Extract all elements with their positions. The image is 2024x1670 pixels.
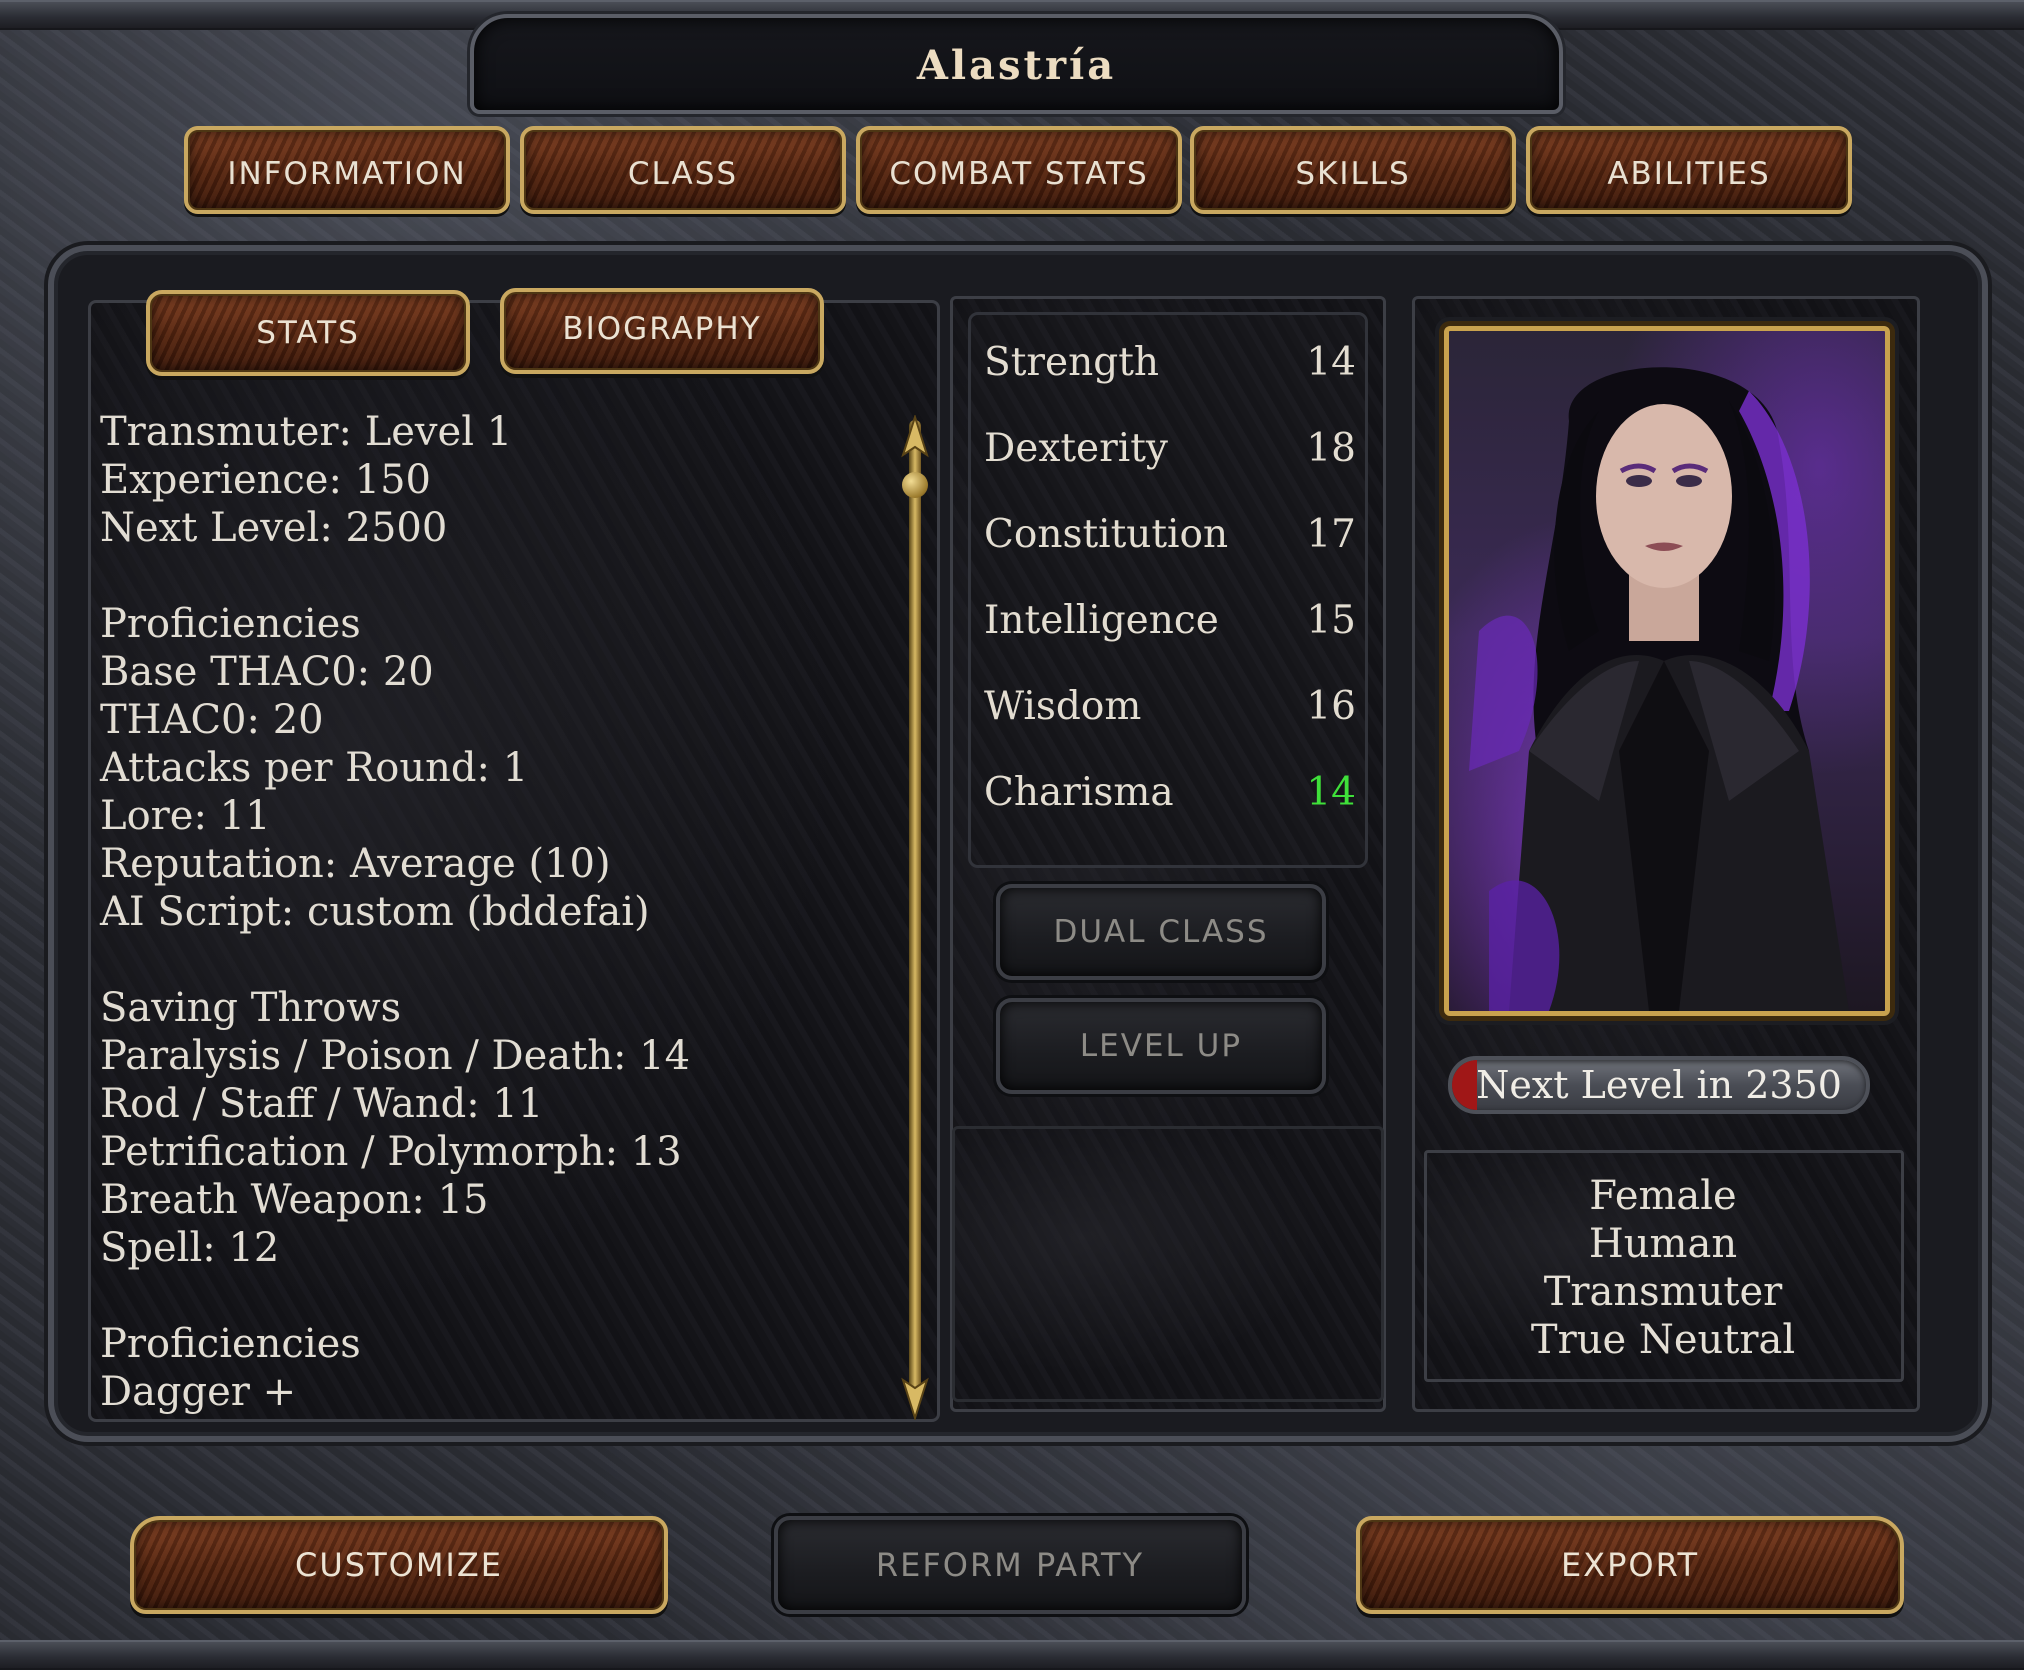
title-plate: Alastría xyxy=(470,14,1563,114)
attribute-value: 18 xyxy=(1306,426,1356,471)
saving-throws-header: Saving Throws xyxy=(100,985,402,1031)
arrow-up-icon[interactable] xyxy=(899,415,931,475)
dual-class-label: DUAL CLASS xyxy=(1053,914,1269,950)
proficiencies-header: Proficiencies xyxy=(100,601,361,647)
reform-party-label: REFORM PARTY xyxy=(875,1546,1145,1584)
reputation-text: Reputation: Average (10) xyxy=(100,841,611,887)
bio-summary: Female Human Transmuter True Neutral xyxy=(1428,1172,1898,1364)
attribute-value: 14 xyxy=(1306,340,1356,385)
attribute-dexterity: Dexterity 18 xyxy=(984,426,1356,486)
xp-progress-bar: Next Level in 2350 XP xyxy=(1448,1056,1870,1114)
attribute-value: 16 xyxy=(1306,684,1356,729)
attribute-value: 15 xyxy=(1306,598,1356,643)
next-level-text: Next Level: 2500 xyxy=(100,505,448,551)
attribute-charisma: Charisma 14 xyxy=(984,770,1356,830)
xp-progress-label: Next Level in 2350 XP xyxy=(1476,1063,1842,1107)
attribute-name: Wisdom xyxy=(984,684,1142,729)
xp-progress-fill xyxy=(1452,1060,1477,1110)
ai-script-text: AI Script: custom (bddefai) xyxy=(100,889,650,935)
character-name: Alastría xyxy=(916,42,1117,89)
save-rod-text: Rod / Staff / Wand: 11 xyxy=(100,1081,544,1127)
tab-skills-label: SKILLS xyxy=(1295,156,1411,192)
attribute-value: 14 xyxy=(1306,770,1356,815)
tab-abilities[interactable]: ABILITIES xyxy=(1526,126,1852,214)
portrait-image xyxy=(1469,367,1849,1011)
attribute-wisdom: Wisdom 16 xyxy=(984,684,1356,744)
attribute-value: 17 xyxy=(1306,512,1356,557)
empty-info-panel xyxy=(952,1126,1384,1402)
tab-abilities-label: ABILITIES xyxy=(1607,156,1771,192)
attribute-name: Constitution xyxy=(984,512,1229,557)
attribute-name: Charisma xyxy=(984,770,1174,815)
attribute-intelligence: Intelligence 15 xyxy=(984,598,1356,658)
customize-button[interactable]: CUSTOMIZE xyxy=(130,1516,668,1614)
save-petrification-text: Petrification / Polymorph: 13 xyxy=(100,1129,682,1175)
save-paralysis-text: Paralysis / Poison / Death: 14 xyxy=(100,1033,691,1079)
arrow-down-icon[interactable] xyxy=(899,1370,931,1420)
lore-text: Lore: 11 xyxy=(100,793,271,839)
customize-label: CUSTOMIZE xyxy=(295,1546,503,1584)
tab-combat-stats-label: COMBAT STATS xyxy=(889,156,1149,192)
tab-class-label: CLASS xyxy=(627,156,739,192)
character-portrait[interactable] xyxy=(1444,326,1890,1016)
subtab-stats-label: STATS xyxy=(256,315,360,351)
export-button[interactable]: EXPORT xyxy=(1356,1516,1904,1614)
scrollbar-thumb[interactable] xyxy=(902,472,928,498)
stats-list: Transmuter: Level 1 Experience: 150 Next… xyxy=(100,408,900,1416)
tab-information[interactable]: INFORMATION xyxy=(184,126,510,214)
attribute-constitution: Constitution 17 xyxy=(984,512,1356,572)
class-text: Transmuter xyxy=(1543,1269,1783,1315)
experience-text: Experience: 150 xyxy=(100,457,431,503)
attribute-name: Strength xyxy=(984,340,1159,385)
reform-party-button[interactable]: REFORM PARTY xyxy=(774,1516,1246,1614)
save-spell-text: Spell: 12 xyxy=(100,1225,280,1271)
subtab-biography[interactable]: BIOGRAPHY xyxy=(500,288,824,374)
gender-text: Female xyxy=(1589,1173,1737,1219)
level-up-button[interactable]: LEVEL UP xyxy=(996,998,1326,1094)
attribute-name: Intelligence xyxy=(984,598,1219,643)
subtab-biography-label: BIOGRAPHY xyxy=(562,311,762,347)
export-label: EXPORT xyxy=(1560,1546,1700,1584)
tab-class[interactable]: CLASS xyxy=(520,126,846,214)
attacks-text: Attacks per Round: 1 xyxy=(100,745,529,791)
attribute-name: Dexterity xyxy=(984,426,1168,471)
alignment-text: True Neutral xyxy=(1530,1317,1796,1363)
thac0-text: THAC0: 20 xyxy=(100,697,324,743)
dual-class-button[interactable]: DUAL CLASS xyxy=(996,884,1326,980)
attribute-strength: Strength 14 xyxy=(984,340,1356,400)
proficiency-dagger-text: Dagger + xyxy=(100,1369,297,1415)
tab-combat-stats[interactable]: COMBAT STATS xyxy=(856,126,1182,214)
base-thac0-text: Base THAC0: 20 xyxy=(100,649,434,695)
subtab-stats[interactable]: STATS xyxy=(146,290,470,376)
race-text: Human xyxy=(1588,1221,1738,1267)
proficiencies-header-2: Proficiencies xyxy=(100,1321,361,1367)
scrollbar[interactable] xyxy=(909,420,921,1400)
tab-skills[interactable]: SKILLS xyxy=(1190,126,1516,214)
class-level-text: Transmuter: Level 1 xyxy=(100,409,513,455)
frame-bottom-band xyxy=(0,1640,2024,1670)
tab-information-label: INFORMATION xyxy=(227,156,467,192)
save-breath-text: Breath Weapon: 15 xyxy=(100,1177,489,1223)
level-up-label: LEVEL UP xyxy=(1079,1028,1243,1064)
